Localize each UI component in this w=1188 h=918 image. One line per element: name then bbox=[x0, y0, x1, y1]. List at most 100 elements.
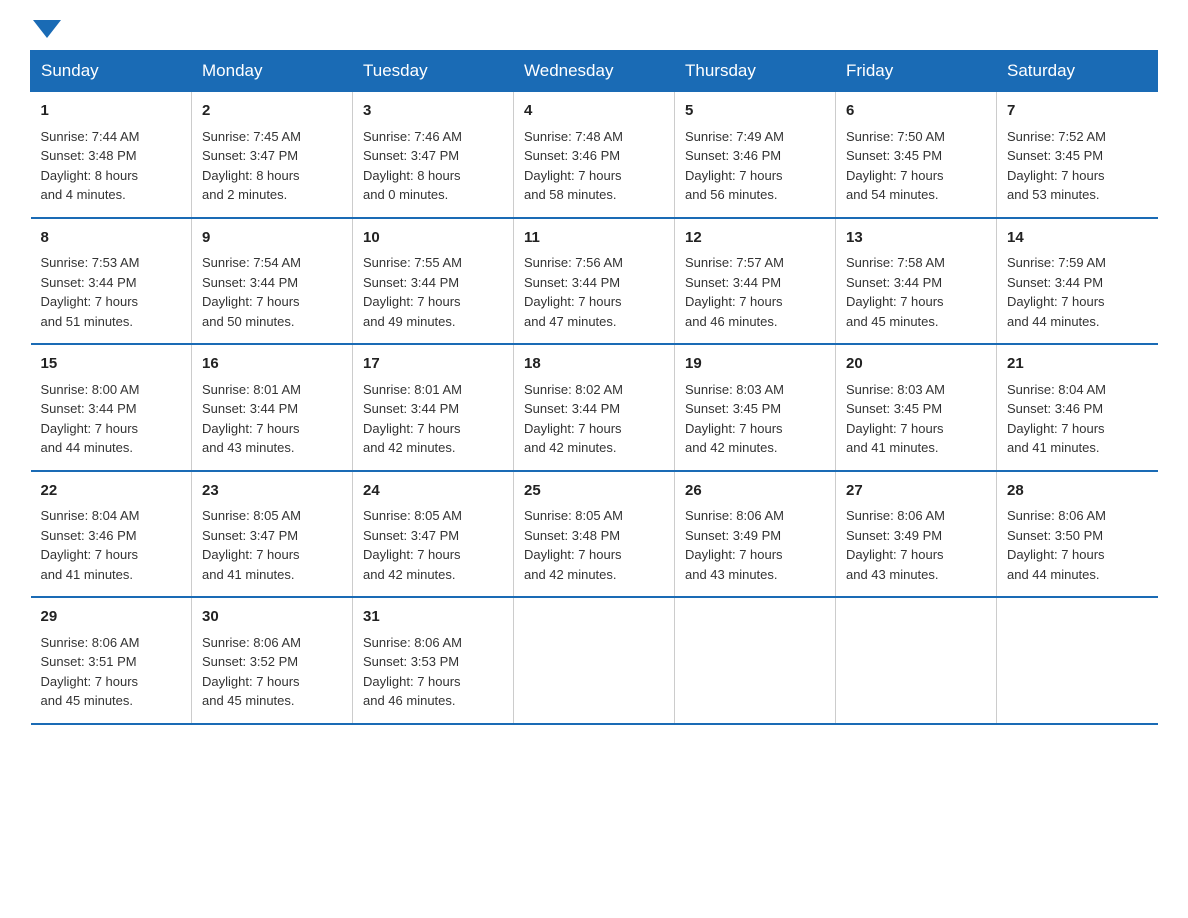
calendar-cell: 26 Sunrise: 8:06 AMSunset: 3:49 PMDaylig… bbox=[675, 471, 836, 598]
calendar-cell: 13 Sunrise: 7:58 AMSunset: 3:44 PMDaylig… bbox=[836, 218, 997, 345]
day-number: 30 bbox=[202, 606, 342, 629]
calendar-cell: 11 Sunrise: 7:56 AMSunset: 3:44 PMDaylig… bbox=[514, 218, 675, 345]
calendar-cell: 9 Sunrise: 7:54 AMSunset: 3:44 PMDayligh… bbox=[192, 218, 353, 345]
day-info: Sunrise: 7:49 AMSunset: 3:46 PMDaylight:… bbox=[685, 127, 825, 205]
day-info: Sunrise: 7:50 AMSunset: 3:45 PMDaylight:… bbox=[846, 127, 986, 205]
day-info: Sunrise: 8:06 AMSunset: 3:52 PMDaylight:… bbox=[202, 633, 342, 711]
calendar-cell: 31 Sunrise: 8:06 AMSunset: 3:53 PMDaylig… bbox=[353, 597, 514, 724]
col-header-tuesday: Tuesday bbox=[353, 51, 514, 92]
col-header-monday: Monday bbox=[192, 51, 353, 92]
day-number: 8 bbox=[41, 227, 182, 250]
day-info: Sunrise: 8:03 AMSunset: 3:45 PMDaylight:… bbox=[846, 380, 986, 458]
day-number: 22 bbox=[41, 480, 182, 503]
day-info: Sunrise: 8:06 AMSunset: 3:51 PMDaylight:… bbox=[41, 633, 182, 711]
calendar-table: SundayMondayTuesdayWednesdayThursdayFrid… bbox=[30, 50, 1158, 725]
col-header-friday: Friday bbox=[836, 51, 997, 92]
day-info: Sunrise: 7:54 AMSunset: 3:44 PMDaylight:… bbox=[202, 253, 342, 331]
calendar-cell: 8 Sunrise: 7:53 AMSunset: 3:44 PMDayligh… bbox=[31, 218, 192, 345]
day-number: 4 bbox=[524, 100, 664, 123]
day-info: Sunrise: 8:05 AMSunset: 3:47 PMDaylight:… bbox=[363, 506, 503, 584]
calendar-cell: 2 Sunrise: 7:45 AMSunset: 3:47 PMDayligh… bbox=[192, 92, 353, 218]
calendar-week-2: 8 Sunrise: 7:53 AMSunset: 3:44 PMDayligh… bbox=[31, 218, 1158, 345]
day-info: Sunrise: 7:59 AMSunset: 3:44 PMDaylight:… bbox=[1007, 253, 1148, 331]
day-number: 3 bbox=[363, 100, 503, 123]
logo bbox=[30, 20, 61, 40]
day-info: Sunrise: 8:01 AMSunset: 3:44 PMDaylight:… bbox=[363, 380, 503, 458]
calendar-cell: 29 Sunrise: 8:06 AMSunset: 3:51 PMDaylig… bbox=[31, 597, 192, 724]
calendar-week-3: 15 Sunrise: 8:00 AMSunset: 3:44 PMDaylig… bbox=[31, 344, 1158, 471]
day-info: Sunrise: 7:57 AMSunset: 3:44 PMDaylight:… bbox=[685, 253, 825, 331]
day-info: Sunrise: 8:02 AMSunset: 3:44 PMDaylight:… bbox=[524, 380, 664, 458]
day-info: Sunrise: 7:55 AMSunset: 3:44 PMDaylight:… bbox=[363, 253, 503, 331]
calendar-cell: 7 Sunrise: 7:52 AMSunset: 3:45 PMDayligh… bbox=[997, 92, 1158, 218]
calendar-cell: 12 Sunrise: 7:57 AMSunset: 3:44 PMDaylig… bbox=[675, 218, 836, 345]
day-info: Sunrise: 8:06 AMSunset: 3:49 PMDaylight:… bbox=[685, 506, 825, 584]
day-number: 10 bbox=[363, 227, 503, 250]
logo-blue-text bbox=[30, 20, 61, 40]
calendar-cell: 14 Sunrise: 7:59 AMSunset: 3:44 PMDaylig… bbox=[997, 218, 1158, 345]
day-number: 15 bbox=[41, 353, 182, 376]
calendar-cell: 15 Sunrise: 8:00 AMSunset: 3:44 PMDaylig… bbox=[31, 344, 192, 471]
day-info: Sunrise: 8:06 AMSunset: 3:49 PMDaylight:… bbox=[846, 506, 986, 584]
day-info: Sunrise: 7:44 AMSunset: 3:48 PMDaylight:… bbox=[41, 127, 182, 205]
calendar-cell: 28 Sunrise: 8:06 AMSunset: 3:50 PMDaylig… bbox=[997, 471, 1158, 598]
day-number: 20 bbox=[846, 353, 986, 376]
calendar-cell: 4 Sunrise: 7:48 AMSunset: 3:46 PMDayligh… bbox=[514, 92, 675, 218]
calendar-week-4: 22 Sunrise: 8:04 AMSunset: 3:46 PMDaylig… bbox=[31, 471, 1158, 598]
day-info: Sunrise: 8:04 AMSunset: 3:46 PMDaylight:… bbox=[41, 506, 182, 584]
day-number: 17 bbox=[363, 353, 503, 376]
col-header-saturday: Saturday bbox=[997, 51, 1158, 92]
day-number: 13 bbox=[846, 227, 986, 250]
calendar-cell: 20 Sunrise: 8:03 AMSunset: 3:45 PMDaylig… bbox=[836, 344, 997, 471]
day-number: 18 bbox=[524, 353, 664, 376]
day-info: Sunrise: 7:45 AMSunset: 3:47 PMDaylight:… bbox=[202, 127, 342, 205]
day-number: 1 bbox=[41, 100, 182, 123]
day-number: 12 bbox=[685, 227, 825, 250]
day-info: Sunrise: 7:56 AMSunset: 3:44 PMDaylight:… bbox=[524, 253, 664, 331]
calendar-cell: 18 Sunrise: 8:02 AMSunset: 3:44 PMDaylig… bbox=[514, 344, 675, 471]
calendar-cell bbox=[997, 597, 1158, 724]
calendar-cell: 10 Sunrise: 7:55 AMSunset: 3:44 PMDaylig… bbox=[353, 218, 514, 345]
calendar-cell: 5 Sunrise: 7:49 AMSunset: 3:46 PMDayligh… bbox=[675, 92, 836, 218]
day-number: 27 bbox=[846, 480, 986, 503]
day-number: 26 bbox=[685, 480, 825, 503]
calendar-week-1: 1 Sunrise: 7:44 AMSunset: 3:48 PMDayligh… bbox=[31, 92, 1158, 218]
logo-triangle-icon bbox=[33, 20, 61, 38]
calendar-cell: 25 Sunrise: 8:05 AMSunset: 3:48 PMDaylig… bbox=[514, 471, 675, 598]
col-header-sunday: Sunday bbox=[31, 51, 192, 92]
calendar-cell bbox=[514, 597, 675, 724]
calendar-cell bbox=[675, 597, 836, 724]
calendar-cell: 21 Sunrise: 8:04 AMSunset: 3:46 PMDaylig… bbox=[997, 344, 1158, 471]
day-number: 6 bbox=[846, 100, 986, 123]
day-number: 9 bbox=[202, 227, 342, 250]
day-info: Sunrise: 8:06 AMSunset: 3:53 PMDaylight:… bbox=[363, 633, 503, 711]
day-number: 5 bbox=[685, 100, 825, 123]
day-number: 11 bbox=[524, 227, 664, 250]
day-info: Sunrise: 7:53 AMSunset: 3:44 PMDaylight:… bbox=[41, 253, 182, 331]
day-number: 29 bbox=[41, 606, 182, 629]
calendar-cell: 22 Sunrise: 8:04 AMSunset: 3:46 PMDaylig… bbox=[31, 471, 192, 598]
day-number: 21 bbox=[1007, 353, 1148, 376]
day-info: Sunrise: 7:58 AMSunset: 3:44 PMDaylight:… bbox=[846, 253, 986, 331]
col-header-wednesday: Wednesday bbox=[514, 51, 675, 92]
day-info: Sunrise: 7:48 AMSunset: 3:46 PMDaylight:… bbox=[524, 127, 664, 205]
calendar-cell: 24 Sunrise: 8:05 AMSunset: 3:47 PMDaylig… bbox=[353, 471, 514, 598]
day-number: 31 bbox=[363, 606, 503, 629]
calendar-cell: 27 Sunrise: 8:06 AMSunset: 3:49 PMDaylig… bbox=[836, 471, 997, 598]
day-info: Sunrise: 8:04 AMSunset: 3:46 PMDaylight:… bbox=[1007, 380, 1148, 458]
calendar-cell: 1 Sunrise: 7:44 AMSunset: 3:48 PMDayligh… bbox=[31, 92, 192, 218]
day-info: Sunrise: 8:01 AMSunset: 3:44 PMDaylight:… bbox=[202, 380, 342, 458]
day-info: Sunrise: 8:03 AMSunset: 3:45 PMDaylight:… bbox=[685, 380, 825, 458]
calendar-cell: 30 Sunrise: 8:06 AMSunset: 3:52 PMDaylig… bbox=[192, 597, 353, 724]
day-number: 7 bbox=[1007, 100, 1148, 123]
day-number: 24 bbox=[363, 480, 503, 503]
calendar-week-5: 29 Sunrise: 8:06 AMSunset: 3:51 PMDaylig… bbox=[31, 597, 1158, 724]
day-info: Sunrise: 7:52 AMSunset: 3:45 PMDaylight:… bbox=[1007, 127, 1148, 205]
day-number: 19 bbox=[685, 353, 825, 376]
day-info: Sunrise: 8:05 AMSunset: 3:47 PMDaylight:… bbox=[202, 506, 342, 584]
page-header bbox=[30, 20, 1158, 40]
calendar-cell: 16 Sunrise: 8:01 AMSunset: 3:44 PMDaylig… bbox=[192, 344, 353, 471]
day-info: Sunrise: 8:06 AMSunset: 3:50 PMDaylight:… bbox=[1007, 506, 1148, 584]
calendar-cell: 3 Sunrise: 7:46 AMSunset: 3:47 PMDayligh… bbox=[353, 92, 514, 218]
day-number: 14 bbox=[1007, 227, 1148, 250]
